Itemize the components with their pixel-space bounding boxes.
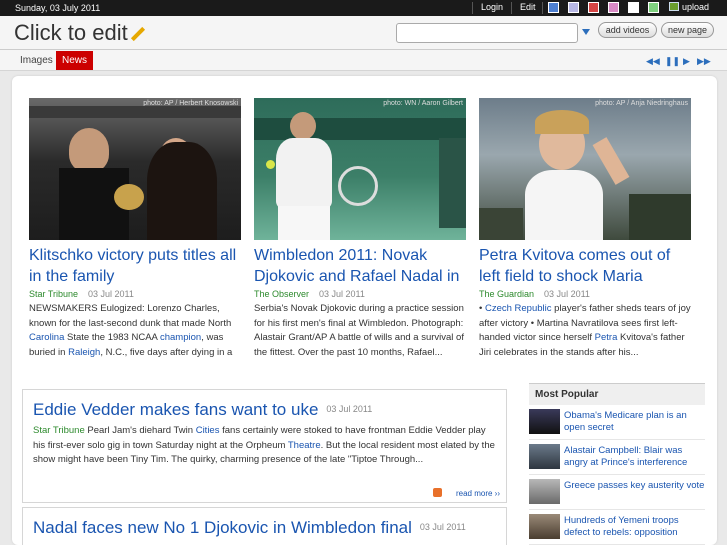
top-bar: Sunday, 03 July 2011 Login Edit upload [0, 0, 727, 16]
keyword-link[interactable]: Czech Republic [485, 303, 552, 314]
keyword-link[interactable]: Petra [595, 332, 618, 343]
pencil-icon [130, 26, 145, 42]
article-body: Star Tribune Pearl Jam's diehard Twin Ci… [33, 425, 495, 465]
keyword-link[interactable]: champion [160, 332, 201, 343]
search-input[interactable] [396, 23, 578, 43]
story-date: 03 Jul 2011 [544, 289, 590, 299]
keyword-link[interactable]: Carolina [29, 332, 64, 343]
story-headline[interactable]: Petra Kvitova comes out of left field to… [479, 245, 691, 287]
article-card: Nadal faces new No 1 Djokovic in Wimbled… [22, 507, 507, 545]
most-popular: Most Popular Obama's Medicare plan is an… [529, 383, 705, 545]
popular-item-title[interactable]: Alastair Campbell: Blair was angry at Pr… [564, 445, 706, 469]
pause-icon[interactable]: ❚❚ [665, 56, 680, 67]
separator [472, 2, 473, 14]
thumbnail [529, 479, 560, 504]
main-panel: photo: AP / Herbert Knosowski Klitschko … [12, 76, 717, 545]
separator [542, 2, 543, 14]
photo-credit: photo: AP / Anja Niedringhaus [595, 100, 688, 107]
theme-swatch-lavender[interactable] [568, 2, 579, 13]
featured-story: photo: AP / Anja Niedringhaus Petra Kvit… [479, 98, 691, 360]
login-link[interactable]: Login [481, 2, 503, 12]
story-photo[interactable]: photo: AP / Anja Niedringhaus [479, 98, 691, 240]
story-date: 03 Jul 2011 [88, 289, 134, 299]
story-photo[interactable]: photo: AP / Herbert Knosowski [29, 98, 241, 240]
rewind-icon[interactable]: ◀◀ [646, 56, 660, 67]
theme-swatch-white[interactable] [628, 2, 639, 13]
theme-swatch-green[interactable] [648, 2, 659, 13]
tab-images[interactable]: Images [14, 51, 59, 70]
popular-item-title[interactable]: Hundreds of Yemeni troops defect to rebe… [564, 515, 706, 539]
article-date: 03 Jul 2011 [419, 522, 466, 532]
add-videos-button[interactable]: add videos [598, 22, 657, 38]
play-icon[interactable]: ▶ [683, 56, 690, 67]
popular-item-title[interactable]: Obama's Medicare plan is an open secret [564, 410, 706, 434]
story-headline[interactable]: Klitschko victory puts titles all in the… [29, 245, 241, 287]
chevron-down-icon[interactable] [582, 29, 590, 35]
story-headline[interactable]: Wimbledon 2011: Novak Djokovic and Rafae… [254, 245, 466, 287]
upload-icon [669, 2, 679, 11]
rss-icon[interactable] [432, 488, 442, 497]
story-photo[interactable]: photo: WN / Aaron Gilbert [254, 98, 466, 240]
most-popular-heading: Most Popular [529, 383, 705, 405]
thumbnail [529, 514, 560, 539]
new-page-button[interactable]: new page [661, 22, 714, 38]
double-chevron-icon: ›› [494, 489, 500, 498]
popular-item[interactable]: Greece passes key austerity vote [529, 475, 705, 510]
edit-link[interactable]: Edit [520, 2, 536, 12]
article-source[interactable]: Star Tribune [33, 425, 85, 436]
popular-item-title[interactable]: Greece passes key austerity vote [564, 480, 706, 492]
article-headline[interactable]: Eddie Vedder makes fans want to uke [33, 400, 318, 419]
header: Click to edit add videos new page [0, 16, 727, 50]
popular-item[interactable]: Hundreds of Yemeni troops defect to rebe… [529, 510, 705, 545]
story-blurb: NEWSMAKERS Eulogized: Lorenzo Charles, k… [29, 303, 233, 358]
separator [511, 2, 512, 14]
thumbnail [529, 444, 560, 469]
tab-news[interactable]: News [56, 51, 94, 70]
article-date: 03 Jul 2011 [326, 404, 373, 414]
keyword-link[interactable]: Cities [196, 425, 220, 436]
story-blurb: Serbia's Novak Djokovic during a practic… [254, 303, 464, 358]
story-blurb: • Czech Republic player's father sheds t… [479, 303, 691, 358]
theme-swatch-pink[interactable] [608, 2, 619, 13]
photo-credit: photo: WN / Aaron Gilbert [383, 100, 463, 107]
featured-story: photo: AP / Herbert Knosowski Klitschko … [29, 98, 241, 360]
story-source[interactable]: Star Tribune [29, 289, 78, 299]
theme-swatch-red[interactable] [588, 2, 599, 13]
site-title[interactable]: Click to edit [14, 20, 146, 46]
read-more-link[interactable]: read more [456, 489, 492, 498]
keyword-link[interactable]: Theatre [288, 440, 321, 451]
tabs-row: Images News ◀◀ ❚❚ ▶ ▶▶ [0, 50, 727, 71]
popular-item[interactable]: Alastair Campbell: Blair was angry at Pr… [529, 440, 705, 475]
article-headline[interactable]: Nadal faces new No 1 Djokovic in Wimbled… [33, 518, 412, 537]
featured-story: photo: WN / Aaron Gilbert Wimbledon 2011… [254, 98, 466, 360]
popular-item[interactable]: Obama's Medicare plan is an open secret [529, 405, 705, 440]
current-date: Sunday, 03 July 2011 [15, 3, 101, 13]
thumbnail [529, 409, 560, 434]
keyword-link[interactable]: Raleigh [68, 347, 100, 358]
article-card: Eddie Vedder makes fans want to uke 03 Ju… [22, 389, 507, 503]
upload-link[interactable]: upload [669, 2, 709, 12]
story-date: 03 Jul 2011 [319, 289, 365, 299]
fast-forward-icon[interactable]: ▶▶ [697, 56, 711, 67]
story-source[interactable]: The Observer [254, 289, 309, 299]
theme-swatch-blue[interactable] [548, 2, 559, 13]
story-source[interactable]: The Guardian [479, 289, 534, 299]
